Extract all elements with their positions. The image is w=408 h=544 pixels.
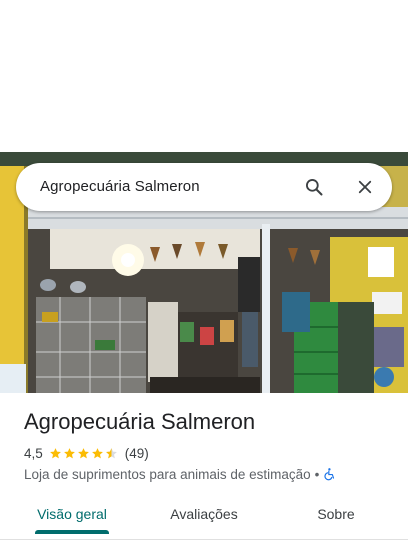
tab-overview[interactable]: Visão geral [24, 497, 120, 531]
star-icon [91, 447, 103, 458]
half-star-icon [105, 447, 117, 458]
star-icon [49, 447, 61, 458]
star-icon [63, 447, 75, 458]
rating-stars [49, 447, 119, 460]
place-title: Agropecuária Salmeron [24, 409, 256, 434]
tab-reviews[interactable]: Avaliações [156, 497, 252, 531]
tabs-divider [0, 539, 408, 540]
separator-dot: • [314, 466, 320, 482]
tab-about[interactable]: Sobre [288, 497, 384, 531]
search-input[interactable]: Agropecuária Salmeron [40, 163, 200, 211]
review-count[interactable]: (49) [125, 446, 149, 461]
search-bar[interactable]: Agropecuária Salmeron [16, 163, 392, 211]
map-area-blank [0, 0, 408, 152]
close-icon[interactable] [353, 175, 377, 199]
rating-row[interactable]: 4,5 (49) [24, 444, 149, 462]
search-icon[interactable] [302, 175, 326, 199]
active-tab-indicator [35, 530, 109, 534]
place-tabs: Visão geral Avaliações Sobre [0, 497, 408, 537]
wheelchair-icon [324, 468, 335, 481]
star-icon [77, 447, 89, 458]
category-row: Loja de suprimentos para animais de esti… [24, 465, 337, 483]
place-category: Loja de suprimentos para animais de esti… [24, 466, 311, 482]
rating-value: 4,5 [24, 445, 43, 461]
